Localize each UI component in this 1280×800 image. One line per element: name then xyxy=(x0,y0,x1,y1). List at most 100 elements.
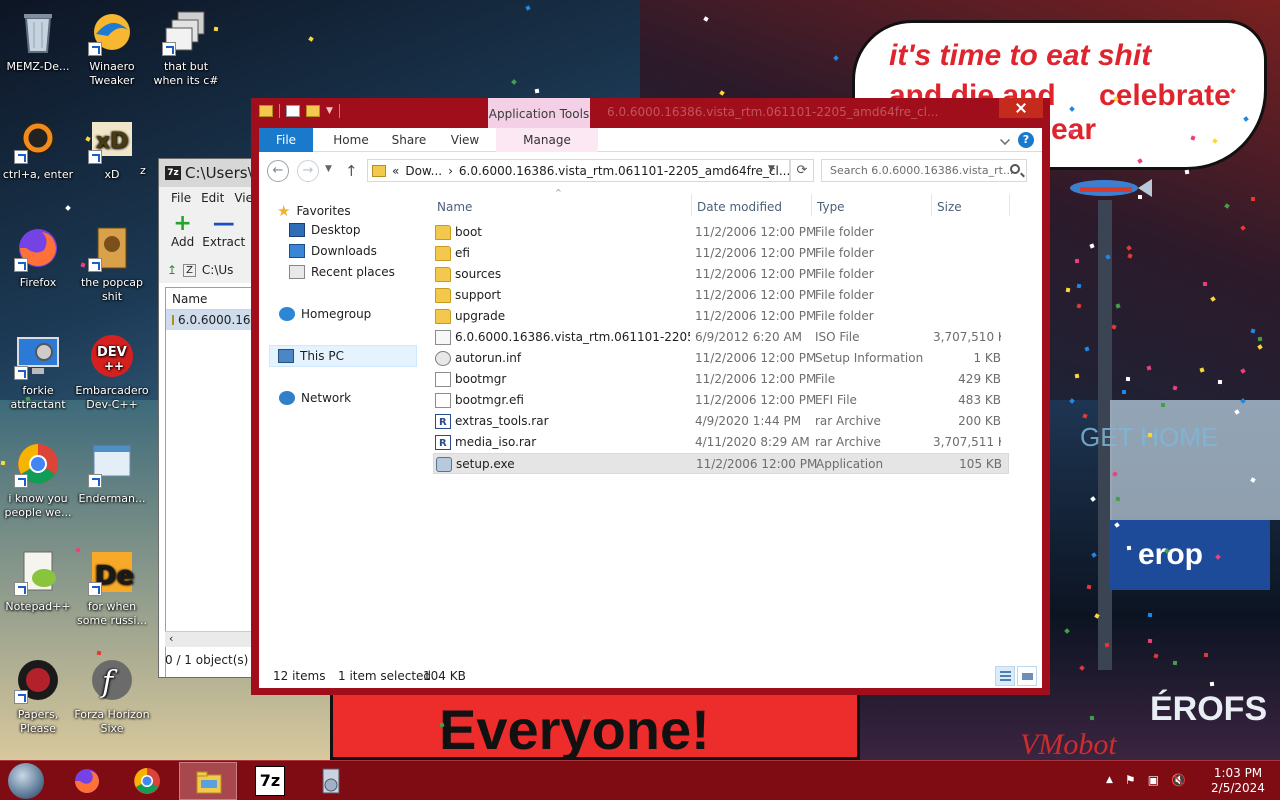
show-hidden-icons-chevron-icon[interactable]: ▲ xyxy=(1106,775,1113,785)
column-header-date[interactable]: Date modified xyxy=(697,192,817,218)
file-row[interactable]: upgrade 11/2/2006 12:00 PM File folder xyxy=(433,306,1009,327)
file-row[interactable]: media_iso.rar 4/11/2020 8:29 AM rar Archiv… xyxy=(433,432,1009,453)
up-folder-icon[interactable]: ↥ xyxy=(167,263,177,277)
nav-homegroup[interactable]: Homegroup xyxy=(279,307,371,321)
breadcrumb-current[interactable]: 6.0.6000.16386.vista_rtm.061101-2205_amd… xyxy=(459,164,789,178)
up-button[interactable]: ↑ xyxy=(345,162,358,180)
back-button[interactable]: ← xyxy=(267,160,289,182)
tab-home[interactable]: Home xyxy=(323,128,379,152)
sevenzip-address-bar[interactable]: ↥ Z C:\Us xyxy=(159,257,257,283)
properties-icon[interactable] xyxy=(286,105,300,117)
nav-network[interactable]: Network xyxy=(279,391,351,405)
column-separator[interactable] xyxy=(811,194,812,216)
breadcrumb-overflow[interactable]: « xyxy=(392,164,399,178)
column-header-name[interactable]: Name xyxy=(166,288,256,310)
nav-this-pc[interactable]: This PC xyxy=(269,345,417,367)
file-row[interactable]: efi 11/2/2006 12:00 PM File folder xyxy=(433,243,1009,264)
start-button[interactable] xyxy=(8,763,44,799)
desktop-icon-for-when[interactable]: De for when some russi... xyxy=(74,548,150,628)
search-input[interactable]: Search 6.0.6000.16386.vista_rt... xyxy=(821,159,1027,182)
taskbar-chrome[interactable] xyxy=(118,762,176,800)
forward-button[interactable]: → xyxy=(297,160,319,182)
nav-favorites[interactable]: ★ Favorites xyxy=(277,202,351,220)
desktop-icon-ctrl-a-enter[interactable]: ctrl+a, enter xyxy=(0,116,76,182)
desktop-icon-forkie[interactable]: forkie attractant xyxy=(0,332,76,412)
breadcrumb-downloads[interactable]: Dow... xyxy=(405,164,442,178)
address-dropdown-icon[interactable]: ▼ xyxy=(768,164,775,174)
tab-view[interactable]: View xyxy=(439,128,491,152)
new-folder-icon[interactable] xyxy=(306,105,320,117)
tab-file[interactable]: File xyxy=(259,128,313,152)
add-button[interactable]: + Add xyxy=(171,213,194,257)
explorer-window[interactable]: ▼ Application Tools 6.0.6000.16386.vista… xyxy=(251,98,1050,695)
file-row[interactable]: sources 11/2/2006 12:00 PM File folder xyxy=(433,264,1009,285)
desktop-icon-firefox[interactable]: Firefox xyxy=(0,224,76,290)
confetti-piece xyxy=(1126,545,1132,551)
desktop-icon-enderman[interactable]: Enderman... xyxy=(74,440,150,506)
file-row[interactable]: bootmgr 11/2/2006 12:00 PM File 429 KB xyxy=(433,369,1009,390)
volume-muted-icon[interactable]: 🔇 xyxy=(1171,773,1186,787)
search-placeholder: Search 6.0.6000.16386.vista_rt... xyxy=(830,164,1014,177)
desktop-icon-papers-please[interactable]: Papers, Please xyxy=(0,656,76,736)
column-separator[interactable] xyxy=(691,194,692,216)
desktop-icon-memz[interactable]: MEMZ-De... xyxy=(0,8,76,74)
file-row[interactable]: boot 11/2/2006 12:00 PM File folder xyxy=(433,222,1009,243)
desktop-icon-xd[interactable]: xD xD xyxy=(74,116,150,182)
file-row[interactable]: setup.exe 11/2/2006 12:00 PM Application 10… xyxy=(433,453,1009,474)
column-separator[interactable] xyxy=(1009,194,1010,216)
file-row[interactable]: autorun.inf 11/2/2006 12:00 PM Setup Infor… xyxy=(433,348,1009,369)
column-header-size[interactable]: Size xyxy=(937,192,1007,218)
sevenzip-window[interactable]: 7z C:\Users\ File Edit Vie + Add — Extra… xyxy=(158,158,258,678)
desktop-icon-notepadpp[interactable]: Notepad++ xyxy=(0,548,76,614)
column-header-name[interactable]: Name xyxy=(437,192,692,218)
sevenzip-file-list[interactable]: Name 6.0.6000.163 xyxy=(165,287,257,677)
taskbar-firefox[interactable] xyxy=(58,762,116,800)
column-header-type[interactable]: Type xyxy=(817,192,927,218)
maximize-button[interactable] xyxy=(969,98,997,118)
taskbar-file-explorer[interactable] xyxy=(179,762,237,800)
network-status-icon[interactable]: ▣ xyxy=(1148,773,1159,787)
refresh-button[interactable]: ⟳ xyxy=(790,159,814,182)
action-center-flag-icon[interactable]: ⚑ xyxy=(1125,773,1136,787)
file-row[interactable]: extras_tools.rar 4/9/2020 1:44 PM rar Arch… xyxy=(433,411,1009,432)
close-button[interactable] xyxy=(999,98,1043,118)
nav-downloads[interactable]: Downloads xyxy=(289,244,377,258)
desktop-icon-popcap[interactable]: the popcap shit xyxy=(74,224,150,304)
large-icons-view-button[interactable] xyxy=(1017,666,1037,686)
details-view-button[interactable] xyxy=(995,666,1015,686)
desktop-icon-winaero-tweaker[interactable]: Winaero Tweaker xyxy=(74,8,150,88)
desktop-icon-chrome[interactable]: i know you people we... xyxy=(0,440,76,520)
file-row[interactable]: support 11/2/2006 12:00 PM File folder xyxy=(433,285,1009,306)
taskbar-7zip[interactable]: 7z xyxy=(241,762,299,800)
shortcut-arrow-icon xyxy=(14,690,28,704)
file-row[interactable]: bootmgr.efi 11/2/2006 12:00 PM EFI File 483… xyxy=(433,390,1009,411)
breadcrumb-separator[interactable]: › xyxy=(448,164,453,178)
list-item[interactable]: 6.0.6000.163 xyxy=(166,310,257,330)
menu-file[interactable]: File xyxy=(171,191,191,205)
chevron-down-icon[interactable]: ▼ xyxy=(326,106,333,116)
folder-icon xyxy=(435,246,451,261)
menu-edit[interactable]: Edit xyxy=(201,191,224,205)
horizontal-scrollbar[interactable]: ‹ xyxy=(165,631,257,647)
help-icon[interactable]: ? xyxy=(1018,132,1034,148)
minimize-button[interactable] xyxy=(937,98,965,118)
desktop-icon-devcpp[interactable]: DEV ++ Embarcadero Dev-C++ xyxy=(74,332,150,412)
file-row[interactable]: 6.0.6000.16386.vista_rtm.061101-2205_am.… xyxy=(433,327,1009,348)
column-separator[interactable] xyxy=(931,194,932,216)
nav-desktop[interactable]: Desktop xyxy=(289,223,361,237)
tab-share[interactable]: Share xyxy=(381,128,437,152)
recent-locations-chevron-icon[interactable]: ▼ xyxy=(325,164,332,174)
address-bar[interactable]: « Dow... › 6.0.6000.16386.vista_rtm.0611… xyxy=(367,159,790,182)
sevenzip-titlebar[interactable]: 7z C:\Users\ xyxy=(159,159,257,187)
desktop-icon-that-but[interactable]: that but when its c# xyxy=(148,8,224,88)
tab-manage[interactable]: Manage xyxy=(496,128,598,152)
file-list[interactable]: ^ Name Date modified Type Size boot 11/2/… xyxy=(429,188,1039,652)
chevron-down-icon[interactable] xyxy=(1000,135,1010,145)
taskbar-clock[interactable]: 1:03 PM 2/5/2024 xyxy=(1200,766,1276,796)
explorer-titlebar[interactable]: ▼ Application Tools 6.0.6000.16386.vista… xyxy=(251,98,1050,128)
nav-recent-places[interactable]: Recent places xyxy=(289,265,395,279)
extract-button[interactable]: — Extract xyxy=(202,213,245,257)
taskbar-disk-tool[interactable] xyxy=(302,762,360,800)
desktop-icon-forza[interactable]: f Forza Horizon Sixe xyxy=(74,656,150,736)
desktop-icon-partial[interactable]: z xyxy=(140,116,160,178)
